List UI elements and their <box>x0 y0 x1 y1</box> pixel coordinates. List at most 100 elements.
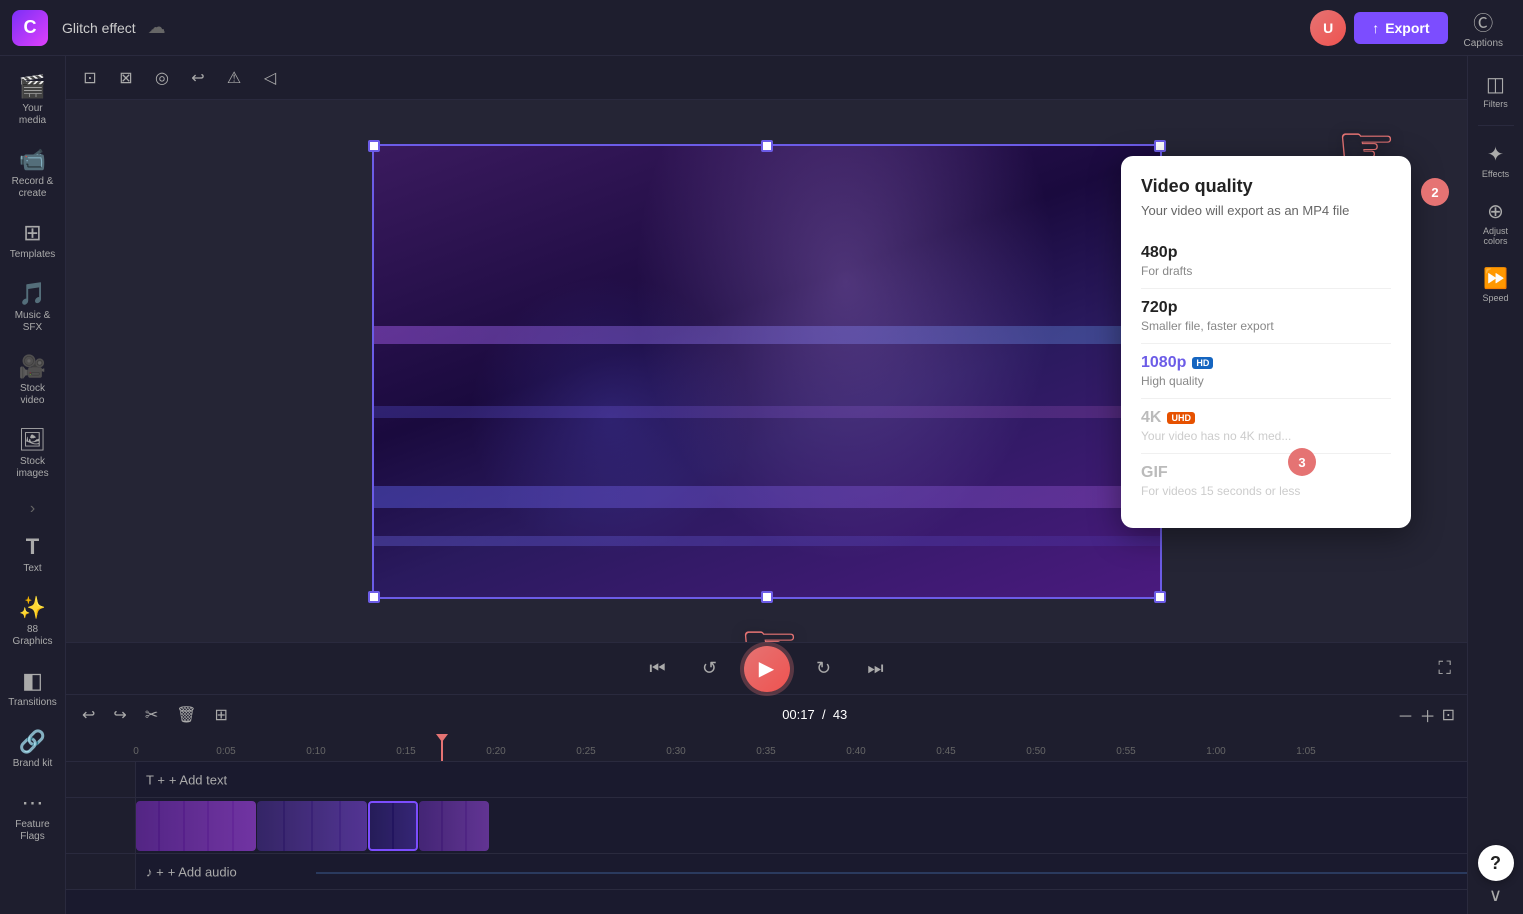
play-button[interactable]: ▶ <box>744 646 790 692</box>
video-clip-4[interactable] <box>419 801 489 851</box>
right-tool-adjust-colors[interactable]: ⊕ Adjust colors <box>1470 191 1522 254</box>
vq-option-480p[interactable]: 480p For drafts <box>1141 234 1391 289</box>
templates-icon: ⊞ <box>23 220 41 246</box>
music-sfx-icon: 🎵 <box>19 281 46 307</box>
ruler-mark-050: 0:50 <box>1026 746 1045 757</box>
add-text-button[interactable]: T + + Add text <box>146 772 227 787</box>
vq-subtitle: Your video will export as an MP4 file <box>1141 203 1391 218</box>
circle-tool-button[interactable]: ◎ <box>146 62 178 94</box>
handle-top-right[interactable] <box>1154 140 1166 152</box>
sidebar-label-record-create: Record & create <box>8 176 58 200</box>
redo-button[interactable]: ↪ <box>109 701 130 729</box>
fit-button[interactable]: ⊡ <box>1442 705 1455 725</box>
clip-thumbnail-1 <box>136 801 256 851</box>
video-track-content[interactable] <box>136 798 1467 853</box>
right-tool-filters[interactable]: ◫ Filters <box>1470 64 1522 117</box>
text-track-row: T + + Add text <box>66 762 1467 798</box>
ruler-mark-025: 0:25 <box>576 746 595 757</box>
add-audio-button[interactable]: ♪ + + Add audio <box>146 864 237 879</box>
right-tool-speed[interactable]: ⏩ Speed <box>1470 258 1522 311</box>
topbar-right: U ↑ Export Ⓒ Captions <box>1310 3 1511 53</box>
fullscreen-button[interactable]: ⛶ <box>1438 658 1451 679</box>
clip-thumbnail-4 <box>419 801 489 851</box>
timeline-toolbar: ↩ ↪ ✂ 🗑 ⊞ 00:17 / 43 － ＋ ⊡ <box>66 694 1467 734</box>
left-sidebar: 🎬 Your media 📹 Record & create ⊞ Templat… <box>0 56 66 914</box>
cursor-badge-2: 2 <box>1421 178 1449 206</box>
right-sidebar: ◫ Filters ✦ Effects ⊕ Adjust colors ⏩ Sp… <box>1467 56 1523 914</box>
vq-option-name-4k: 4K UHD <box>1141 409 1391 427</box>
collapse-button[interactable]: ∨ <box>1489 885 1502 906</box>
sidebar-item-text[interactable]: T Text <box>4 526 62 583</box>
sidebar-item-graphics[interactable]: ✨ 88 Graphics <box>4 587 62 656</box>
audio-track-content[interactable]: ♪ + + Add audio <box>136 854 1467 889</box>
rewind-button[interactable]: ↺ <box>692 651 728 687</box>
ruler-mark-055: 0:55 <box>1116 746 1135 757</box>
sidebar-item-your-media[interactable]: 🎬 Your media <box>4 66 62 135</box>
sidebar-item-templates[interactable]: ⊞ Templates <box>4 212 62 269</box>
help-button[interactable]: ? <box>1478 845 1514 881</box>
sidebar-item-brand-kit[interactable]: 🔗 Brand kit <box>4 721 62 778</box>
skip-back-button[interactable]: ⏮ <box>640 651 676 687</box>
delete-button[interactable]: 🗑 <box>172 701 200 729</box>
vq-option-4k[interactable]: 4K UHD Your video has no 4K med... <box>1141 399 1391 454</box>
text-track-label <box>66 762 136 797</box>
add-audio-icon: ♪ + <box>146 864 164 879</box>
sidebar-label-graphics: 88 Graphics <box>8 624 58 648</box>
sidebar-expand-button[interactable]: › <box>26 496 39 522</box>
player-controls: ⏮ ↺ ▶ ↻ ⏭ ⛶ <box>66 642 1467 694</box>
captions-button[interactable]: Ⓒ Captions <box>1456 3 1511 53</box>
flip-button[interactable]: ◁ <box>254 62 286 94</box>
zoom-in-button[interactable]: ＋ <box>1420 703 1436 727</box>
zoom-out-button[interactable]: － <box>1398 703 1414 727</box>
expand-canvas-button[interactable]: ⊡ <box>74 62 106 94</box>
handle-bottom-left[interactable] <box>368 591 380 603</box>
text-track-content[interactable]: T + + Add text <box>136 762 1467 797</box>
video-clip-1[interactable] <box>136 801 256 851</box>
video-clip-3[interactable] <box>368 801 418 851</box>
video-clip-2[interactable] <box>257 801 367 851</box>
vq-option-desc-480p: For drafts <box>1141 264 1391 278</box>
add-track-button[interactable]: ⊞ <box>211 701 232 729</box>
timeline-time: 00:17 / 43 <box>782 707 847 722</box>
vq-option-1080p[interactable]: 1080p HD High quality <box>1141 344 1391 399</box>
handle-bottom-right[interactable] <box>1154 591 1166 603</box>
vq-option-gif[interactable]: GIF For videos 15 seconds or less <box>1141 454 1391 508</box>
transitions-icon: ◧ <box>22 668 43 694</box>
undo-canvas-button[interactable]: ↩ <box>182 62 214 94</box>
sidebar-label-text: Text <box>23 563 41 575</box>
timeline-tracks: T + + Add text <box>66 762 1467 914</box>
handle-bottom-center[interactable] <box>761 591 773 603</box>
hd-badge: HD <box>1192 357 1213 369</box>
skip-forward-button[interactable]: ⏭ <box>858 651 894 687</box>
timeline-area: ↩ ↪ ✂ 🗑 ⊞ 00:17 / 43 － ＋ ⊡ <box>66 694 1467 914</box>
sidebar-label-stock-images: Stock images <box>8 456 58 480</box>
timeline-playhead <box>441 734 443 761</box>
crop-button[interactable]: ⊠ <box>110 62 142 94</box>
warning-button[interactable]: ⚠ <box>218 62 250 94</box>
clip-thumbnail-3 <box>370 803 416 849</box>
export-button[interactable]: ↑ Export <box>1354 12 1447 44</box>
video-track-label <box>66 798 136 853</box>
handle-top-left[interactable] <box>368 140 380 152</box>
speed-icon: ⏩ <box>1483 266 1508 291</box>
cut-button[interactable]: ✂ <box>141 701 162 729</box>
main-layout: 🎬 Your media 📹 Record & create ⊞ Templat… <box>0 56 1523 914</box>
video-track-row <box>66 798 1467 854</box>
sidebar-item-feature-flags[interactable]: ⋯ Feature Flags <box>4 782 62 851</box>
undo-button[interactable]: ↩ <box>78 701 99 729</box>
vq-option-desc-4k: Your video has no 4K med... <box>1141 429 1391 443</box>
sidebar-item-stock-images[interactable]: 🖼 Stock images <box>4 419 62 488</box>
sidebar-item-record-create[interactable]: 📹 Record & create <box>4 139 62 208</box>
canvas-area[interactable]: Video quality Your video will export as … <box>66 100 1467 642</box>
vq-option-720p[interactable]: 720p Smaller file, faster export <box>1141 289 1391 344</box>
right-tool-effects[interactable]: ✦ Effects <box>1470 134 1522 187</box>
handle-top-center[interactable] <box>761 140 773 152</box>
fast-forward-button[interactable]: ↻ <box>806 651 842 687</box>
sidebar-item-transitions[interactable]: ◧ Transitions <box>4 660 62 717</box>
canvas-toolbar: ⊡ ⊠ ◎ ↩ ⚠ ◁ <box>66 56 1467 100</box>
record-create-icon: 📹 <box>19 147 46 173</box>
sidebar-label-feature-flags: Feature Flags <box>8 819 58 843</box>
sidebar-item-music-sfx[interactable]: 🎵 Music & SFX <box>4 273 62 342</box>
add-text-icon: T + <box>146 772 165 787</box>
sidebar-item-stock-video[interactable]: 🎥 Stock video <box>4 346 62 415</box>
